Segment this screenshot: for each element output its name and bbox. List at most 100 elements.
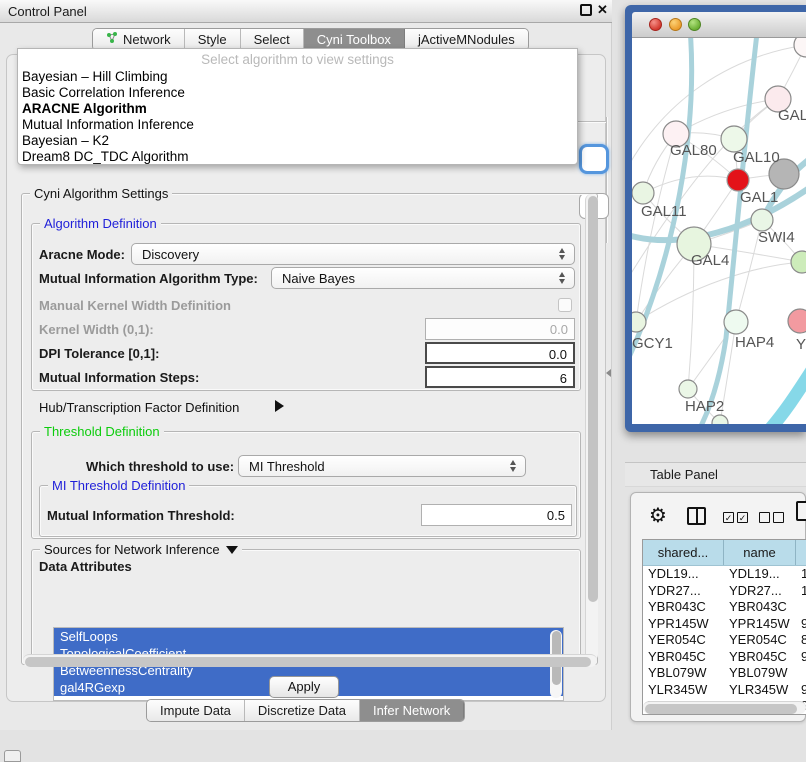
network-icon <box>106 29 118 50</box>
mi-steps-label: Mutual Information Steps: <box>39 370 199 385</box>
hub-section-label: Hub/Transcription Factor Definition <box>39 400 239 415</box>
table-row[interactable]: YPR145WYPR145W9. <box>643 616 806 633</box>
control-panel: Control Panel ✕ Network Style Select Cyn… <box>0 0 612 730</box>
algorithm-option[interactable]: Bayesian – Hill Climbing <box>18 69 577 85</box>
mi-type-combobox[interactable]: Naive Bayes <box>271 267 575 289</box>
list-item[interactable]: SelfLoops <box>54 628 563 645</box>
network-view-window[interactable]: GAL GAL80 GAL10 GAL1 GAL11 SWI4 GAL4 GCY… <box>625 5 806 432</box>
table-horizontal-scrollbar[interactable] <box>643 701 806 714</box>
node-hap4 <box>724 310 748 334</box>
algorithm-dropdown-popup: Select algorithm to view settings Bayesi… <box>17 48 578 165</box>
select-all-checkbox-icon[interactable]: ✓ <box>737 512 748 523</box>
network-graph: GAL GAL80 GAL10 GAL1 GAL11 SWI4 GAL4 GCY… <box>632 38 806 424</box>
settings-horizontal-scrollbar[interactable] <box>23 654 597 667</box>
select-all-checkbox-icon[interactable]: ✓ <box>723 512 734 523</box>
combo-stepper-icon <box>554 248 570 260</box>
mi-type-value: Naive Bayes <box>282 271 355 286</box>
tab-select-label: Select <box>254 29 290 50</box>
tab-discretize-data[interactable]: Discretize Data <box>245 700 360 721</box>
node-label: GAL1 <box>740 189 778 206</box>
node-swi4 <box>751 209 773 231</box>
mi-steps-field[interactable]: 6 <box>425 366 575 388</box>
sources-title-text: Sources for Network Inference <box>44 542 220 557</box>
table-header-row: shared... name <box>643 540 806 566</box>
table-row[interactable]: YBR045CYBR045C9. <box>643 649 806 666</box>
column-header-shared-name[interactable]: shared... <box>643 540 724 565</box>
node-label: GCY1 <box>632 335 673 352</box>
columns-icon[interactable] <box>687 507 706 525</box>
hub-expand-icon[interactable] <box>275 400 284 412</box>
table-row[interactable]: YER054CYER054C8. <box>643 632 806 649</box>
table-row[interactable]: YBR043CYBR043C <box>643 599 806 616</box>
minimized-panel-icon[interactable] <box>4 750 21 762</box>
minimize-window-icon[interactable] <box>669 18 682 31</box>
close-panel-icon[interactable]: ✕ <box>597 2 608 18</box>
node-label: GAL <box>778 107 806 124</box>
document-icon[interactable] <box>796 501 806 521</box>
control-panel-titlebar: Control Panel ✕ <box>0 0 612 23</box>
bottom-tabs: Impute Data Discretize Data Infer Networ… <box>146 699 465 722</box>
gear-icon[interactable]: ⚙ <box>649 503 667 527</box>
table-row[interactable]: YDL19...YDL19...13 <box>643 566 806 583</box>
data-attributes-label: Data Attributes <box>39 559 132 574</box>
tab-select[interactable]: Select <box>241 29 304 50</box>
manual-kernel-label: Manual Kernel Width Definition <box>39 298 231 313</box>
tab-discretize-data-label: Discretize Data <box>258 700 346 721</box>
mi-threshold-field[interactable]: 0.5 <box>421 504 572 526</box>
aracne-mode-value: Discovery <box>142 247 199 262</box>
node-pink <box>788 309 806 333</box>
node-label: GAL80 <box>670 142 717 159</box>
node-label: GAL11 <box>641 203 687 220</box>
manual-kernel-checkbox[interactable] <box>558 298 572 312</box>
network-canvas[interactable]: GAL GAL80 GAL10 GAL1 GAL11 SWI4 GAL4 GCY… <box>632 38 806 424</box>
network-window-titlebar[interactable] <box>632 12 806 38</box>
table-row[interactable]: YDR27...YDR27...12 <box>643 583 806 600</box>
algorithm-option[interactable]: Bayesian – K2 <box>18 133 577 149</box>
tab-impute-data-label: Impute Data <box>160 700 231 721</box>
kernel-width-label: Kernel Width (0,1): <box>39 322 154 337</box>
kernel-width-field[interactable]: 0.0 <box>425 318 575 340</box>
deselect-all-checkbox-icon[interactable] <box>773 512 784 523</box>
control-panel-title: Control Panel <box>8 4 87 19</box>
algorithm-option[interactable]: Mutual Information Inference <box>18 117 577 133</box>
tab-network[interactable]: Network <box>93 29 185 50</box>
tab-style-label: Style <box>198 29 227 50</box>
settings-vertical-scrollbar[interactable] <box>585 194 598 661</box>
node-gal11 <box>632 182 654 204</box>
table-row[interactable]: YLR345WYLR345W9. <box>643 682 806 699</box>
tab-style[interactable]: Style <box>185 29 241 50</box>
zoom-window-icon[interactable] <box>688 18 701 31</box>
apply-button[interactable]: Apply <box>269 676 339 698</box>
aracne-mode-combobox[interactable]: Discovery <box>131 243 575 265</box>
node <box>712 415 728 424</box>
node-label: HAP4 <box>735 334 774 351</box>
algorithm-option-selected[interactable]: ARACNE Algorithm <box>18 101 577 117</box>
algorithm-option[interactable]: Basic Correlation Inference <box>18 85 577 101</box>
which-threshold-combobox[interactable]: MI Threshold <box>238 455 526 477</box>
dpi-tolerance-field[interactable]: 0.0 <box>425 342 575 364</box>
algorithm-placeholder: Select algorithm to view settings <box>18 49 577 69</box>
mi-threshold-label: Mutual Information Threshold: <box>47 508 235 523</box>
tab-jactivemnodules-label: jActiveMNodules <box>418 29 515 50</box>
which-threshold-value: MI Threshold <box>249 459 325 474</box>
table-panel-bar: Table Panel <box>625 462 806 487</box>
threshold-definition-title: Threshold Definition <box>40 424 164 439</box>
column-header-name[interactable]: name <box>724 540 796 565</box>
table-row[interactable]: YBL079WYBL079W <box>643 665 806 682</box>
tab-cyni-toolbox[interactable]: Cyni Toolbox <box>304 29 405 50</box>
node-label: Y <box>796 336 806 353</box>
algorithm-option[interactable]: Dream8 DC_TDC Algorithm <box>18 149 577 165</box>
close-window-icon[interactable] <box>649 18 662 31</box>
column-header-partial[interactable] <box>796 540 806 565</box>
tab-jactivemnodules[interactable]: jActiveMNodules <box>405 29 528 50</box>
algorithm-definition-title: Algorithm Definition <box>40 216 161 231</box>
tab-network-label: Network <box>123 29 171 50</box>
panel-splitter-arrow-icon[interactable] <box>606 369 611 377</box>
node-gal1-selected <box>727 169 749 191</box>
tab-infer-network[interactable]: Infer Network <box>360 700 464 721</box>
float-panel-icon[interactable] <box>580 4 592 16</box>
tab-impute-data[interactable]: Impute Data <box>147 700 245 721</box>
deselect-all-checkbox-icon[interactable] <box>759 512 770 523</box>
node-hap2 <box>679 380 697 398</box>
sources-collapse-icon[interactable] <box>226 546 238 554</box>
